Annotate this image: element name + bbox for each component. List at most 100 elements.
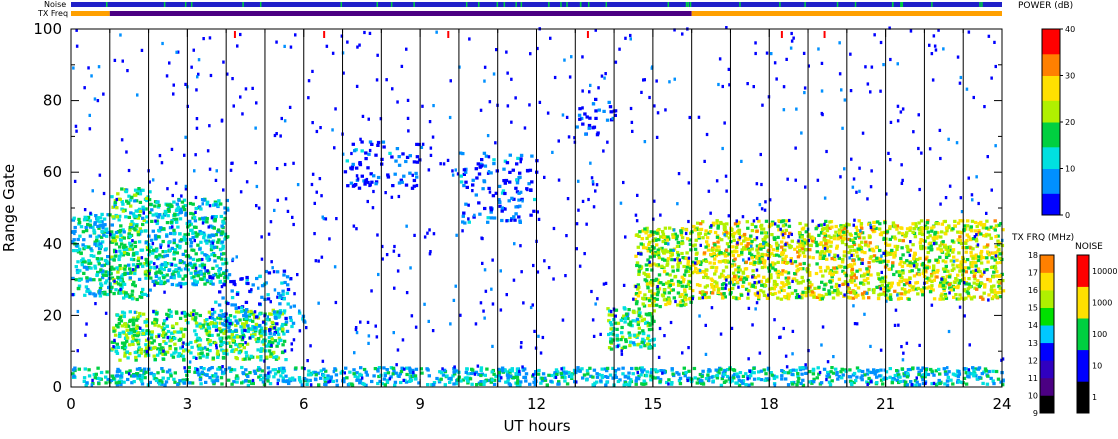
- data-point: [217, 268, 221, 273]
- data-point: [874, 245, 879, 249]
- data-point: [986, 374, 990, 378]
- data-point: [513, 218, 517, 222]
- data-point: [351, 142, 355, 146]
- data-point: [942, 367, 946, 371]
- data-point: [156, 371, 160, 375]
- data-point: [286, 287, 291, 292]
- noise-bar-tick: [163, 2, 166, 7]
- data-point: [971, 247, 975, 251]
- data-point: [735, 381, 739, 385]
- data-point: [985, 226, 989, 230]
- data-point: [274, 355, 279, 359]
- data-point: [687, 369, 691, 373]
- data-point: [992, 270, 996, 274]
- data-point: [801, 279, 805, 283]
- data-point: [965, 245, 969, 250]
- data-point: [662, 298, 667, 302]
- data-point: [131, 323, 135, 327]
- data-point: [181, 277, 185, 281]
- data-point: [857, 219, 861, 223]
- data-point: [855, 375, 859, 379]
- data-point: [966, 287, 971, 291]
- noise-bar-tick: [340, 2, 343, 7]
- data-point: [464, 370, 468, 374]
- data-point: [198, 378, 203, 382]
- data-point: [909, 380, 913, 384]
- data-point: [721, 274, 725, 278]
- data-point: [640, 319, 645, 323]
- data-point: [205, 318, 209, 322]
- data-point: [112, 326, 116, 330]
- data-point: [714, 266, 719, 270]
- data-point: [903, 290, 908, 294]
- data-point: [992, 382, 996, 386]
- data-point: [222, 221, 226, 225]
- data-point: [519, 153, 524, 157]
- data-point: [218, 290, 222, 294]
- data-point: [970, 264, 974, 269]
- data-point: [891, 252, 895, 256]
- data-point: [800, 235, 804, 239]
- data-point: [737, 231, 741, 235]
- data-point: [965, 233, 969, 237]
- data-point: [528, 382, 532, 386]
- data-point: [784, 228, 788, 232]
- data-point: [230, 330, 234, 334]
- data-point: [970, 297, 974, 301]
- noise-bar-tick: [587, 2, 590, 7]
- data-point: [982, 223, 987, 227]
- data-point: [911, 243, 915, 247]
- data-point: [798, 366, 802, 370]
- data-point: [911, 366, 915, 370]
- data-point: [670, 258, 674, 262]
- data-point: [712, 261, 716, 265]
- data-point: [263, 332, 268, 336]
- data-point: [245, 308, 249, 312]
- data-point: [622, 345, 626, 349]
- data-point: [704, 259, 709, 263]
- data-point: [969, 250, 973, 254]
- data-point: [222, 271, 226, 276]
- data-point: [119, 238, 123, 242]
- data-point: [217, 199, 221, 203]
- data-point: [658, 379, 662, 384]
- noise-bar-tick: [892, 2, 894, 7]
- data-point: [708, 230, 713, 234]
- data-point: [110, 195, 114, 199]
- data-point: [351, 162, 355, 166]
- data-point: [859, 281, 863, 285]
- data-point: [899, 296, 903, 300]
- data-point: [656, 290, 660, 294]
- data-point: [860, 240, 864, 244]
- data-point: [701, 369, 705, 373]
- txfreq-label: TX Freq: [37, 9, 68, 18]
- data-point: [467, 220, 471, 224]
- data-point: [740, 251, 744, 255]
- data-point: [77, 278, 82, 282]
- data-point: [514, 212, 518, 216]
- data-point: [549, 379, 553, 383]
- data-point: [848, 291, 853, 295]
- data-point: [709, 277, 714, 281]
- data-point: [839, 264, 843, 269]
- data-point: [285, 379, 290, 383]
- data-point: [978, 375, 982, 380]
- data-point: [170, 331, 174, 335]
- data-point: [676, 283, 681, 287]
- data-point: [895, 244, 900, 249]
- data-point: [173, 342, 177, 346]
- data-point: [528, 168, 533, 172]
- data-point: [986, 243, 990, 247]
- data-point: [854, 294, 858, 299]
- data-point: [578, 117, 582, 121]
- data-point: [933, 232, 937, 236]
- data-point: [760, 265, 765, 270]
- data-point: [931, 225, 936, 229]
- data-point: [865, 267, 869, 271]
- data-point: [404, 159, 408, 164]
- data-point: [111, 215, 115, 219]
- data-point: [75, 270, 80, 274]
- data-point: [229, 344, 233, 348]
- data-point: [139, 348, 143, 352]
- data-point: [156, 235, 161, 239]
